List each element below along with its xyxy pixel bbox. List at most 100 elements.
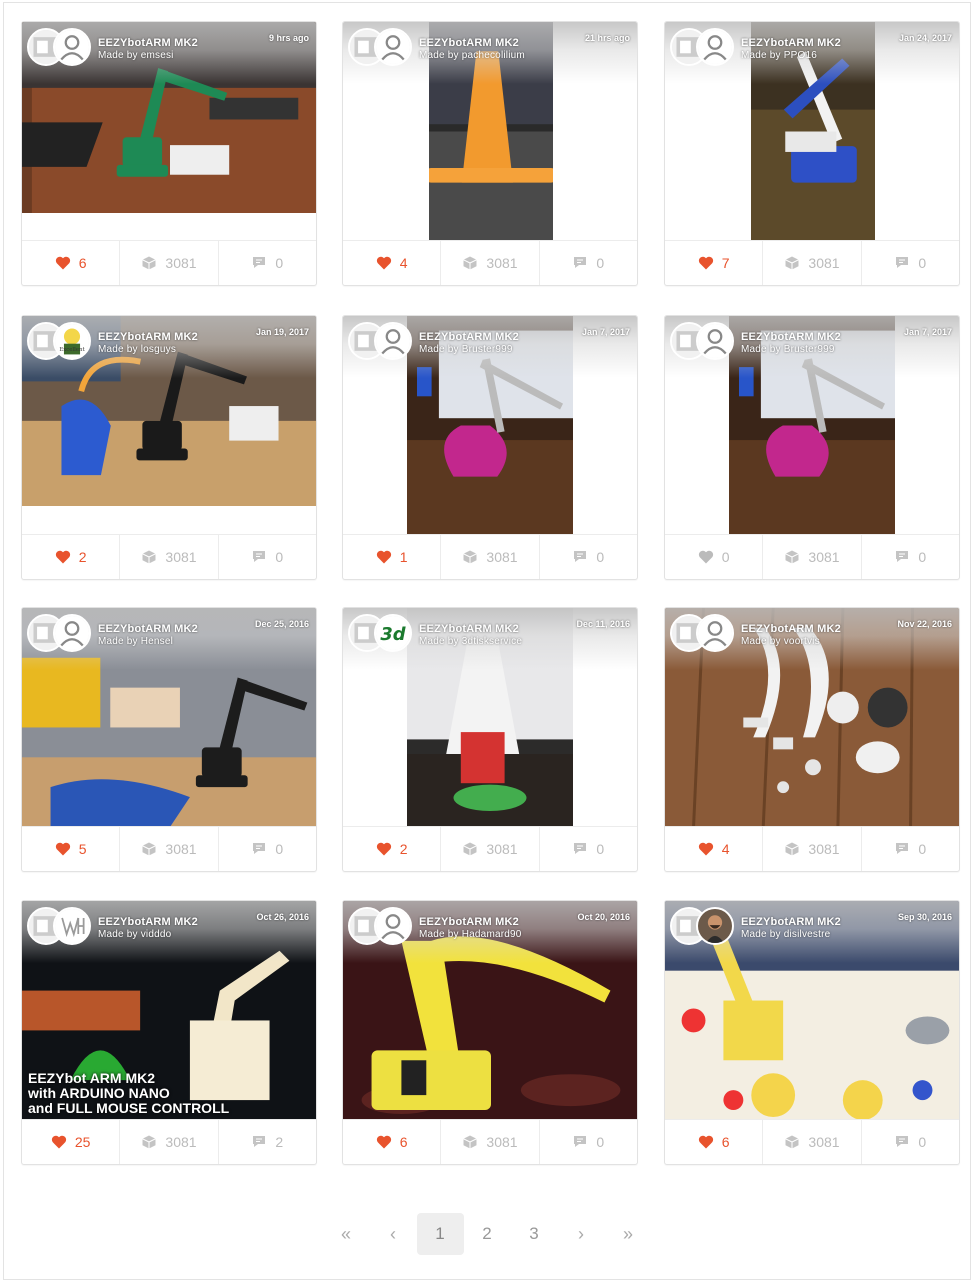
cube-icon [141,841,157,857]
thing-name[interactable]: EEZYbotARM MK2 [419,37,519,49]
make-photo-area[interactable]: EEZYbotARM MK2 Made by vidddo Oct 26, 20… [22,901,316,1120]
make-photo-area[interactable]: EEZYbotARM MK2 Made by disilvestre Sep 3… [665,901,959,1120]
make-card[interactable]: EEZYbotARM MK2 Made by voortvis Nov 22, … [664,607,960,872]
thing-name[interactable]: EEZYbotARM MK2 [419,623,519,635]
make-card[interactable]: 3d EEZYbotARM MK2 Made by 3dtiskservice … [342,607,638,872]
maker-name[interactable]: Made by 3dtiskservice [419,636,522,647]
like-button[interactable]: 5 [22,827,121,871]
like-count: 0 [721,549,730,565]
like-button[interactable]: 6 [22,241,121,285]
thing-name[interactable]: EEZYbotARM MK2 [741,331,841,343]
like-button[interactable]: 0 [665,535,764,579]
maker-name[interactable]: Made by Hadamard90 [419,929,522,940]
maker-name[interactable]: Made by Bruster999 [419,344,513,355]
maker-name[interactable]: Made by vidddo [98,929,171,940]
make-photo-area[interactable]: EEZYbotARM MK2 Made by voortvis Nov 22, … [665,608,959,827]
wh-logo-avatar-icon[interactable] [53,907,91,945]
make-photo-area[interactable]: EEZYbotARM MK2 Made by PPO16 Jan 24, 201… [665,22,959,241]
maker-name[interactable]: Made by voortvis [741,636,820,647]
page-button-3[interactable]: 3 [511,1213,558,1255]
make-card[interactable]: EEZYbotARM MK2 Made by Hensel Dec 25, 20… [21,607,317,872]
photo-avatar-icon[interactable] [696,907,734,945]
views-stat: 3081 [441,1120,540,1164]
make-photo-area[interactable]: EEZYbotARM MK2 Made by Hadamard90 Oct 20… [343,901,637,1120]
3d-logo-avatar-icon[interactable]: 3d [374,614,412,652]
maker-name[interactable]: Made by PPO16 [741,50,817,61]
default-user-avatar-icon[interactable] [53,28,91,66]
thing-name[interactable]: EEZYbotARM MK2 [419,331,519,343]
like-button[interactable]: 4 [665,827,764,871]
make-card[interactable]: EEZYbotARM MK2 Made by vidddo Oct 26, 20… [21,900,317,1165]
like-button[interactable]: 6 [343,1120,442,1164]
pagination: « ‹ 1 2 3 › » [0,1212,974,1256]
comments-button[interactable]: 0 [862,535,959,579]
comments-button[interactable]: 0 [540,241,637,285]
thing-name[interactable]: EEZYbotARM MK2 [98,37,198,49]
comments-button[interactable]: 0 [219,535,316,579]
maker-name[interactable]: Made by disilvestre [741,929,830,940]
view-count: 3081 [486,549,518,565]
maker-name[interactable]: Made by losguys [98,344,176,355]
default-user-avatar-icon[interactable] [696,28,734,66]
make-card[interactable]: Excellent EEZYbotARM MK2 Made by losguys… [21,315,317,580]
make-card[interactable]: EEZYbotARM MK2 Made by emsesi 9 hrs ago … [21,21,317,286]
make-photo-area[interactable]: EEZYbotARM MK2 Made by Bruster999 Jan 7,… [665,316,959,535]
cube-icon [462,1134,478,1150]
like-button[interactable]: 2 [22,535,121,579]
make-card[interactable]: EEZYbotARM MK2 Made by PPO16 Jan 24, 201… [664,21,960,286]
comments-button[interactable]: 0 [540,827,637,871]
make-photo-area[interactable]: EEZYbotARM MK2 Made by Hensel Dec 25, 20… [22,608,316,827]
cartoon-avatar-icon[interactable]: Excellent [53,322,91,360]
comments-button[interactable]: 0 [862,827,959,871]
prev-page-button[interactable]: ‹ [370,1213,417,1255]
thing-name[interactable]: EEZYbotARM MK2 [419,916,519,928]
make-photo-area[interactable]: EEZYbotARM MK2 Made by Bruster999 Jan 7,… [343,316,637,535]
make-card[interactable]: EEZYbotARM MK2 Made by disilvestre Sep 3… [664,900,960,1165]
comments-button[interactable]: 0 [862,1120,959,1164]
comments-button[interactable]: 0 [219,241,316,285]
comments-button[interactable]: 0 [540,1120,637,1164]
thing-name[interactable]: EEZYbotARM MK2 [741,916,841,928]
page-button-2[interactable]: 2 [464,1213,511,1255]
make-card[interactable]: EEZYbotARM MK2 Made by Bruster999 Jan 7,… [342,315,638,580]
first-page-button[interactable]: « [323,1213,370,1255]
like-button[interactable]: 6 [665,1120,764,1164]
maker-name[interactable]: Made by pachecolilium [419,50,525,61]
heart-icon [376,841,392,857]
default-user-avatar-icon[interactable] [374,322,412,360]
make-card[interactable]: EEZYbotARM MK2 Made by pachecolilium 21 … [342,21,638,286]
like-button[interactable]: 2 [343,827,442,871]
make-photo-area[interactable]: Excellent EEZYbotARM MK2 Made by losguys… [22,316,316,506]
comments-button[interactable]: 0 [219,827,316,871]
make-photo-area[interactable]: 3d EEZYbotARM MK2 Made by 3dtiskservice … [343,608,637,827]
comments-button[interactable]: 2 [219,1120,316,1164]
comments-button[interactable]: 0 [862,241,959,285]
comments-button[interactable]: 0 [540,535,637,579]
default-user-avatar-icon[interactable] [374,907,412,945]
page-button-1[interactable]: 1 [416,1213,464,1255]
make-card[interactable]: EEZYbotARM MK2 Made by Bruster999 Jan 7,… [664,315,960,580]
make-photo-area[interactable]: EEZYbotARM MK2 Made by pachecolilium 21 … [343,22,637,241]
like-button[interactable]: 4 [343,241,442,285]
like-button[interactable]: 25 [22,1120,121,1164]
thing-name[interactable]: EEZYbotARM MK2 [741,623,841,635]
thing-name[interactable]: EEZYbotARM MK2 [741,37,841,49]
card-stats: 4 3081 0 [665,826,959,871]
like-button[interactable]: 1 [343,535,442,579]
like-button[interactable]: 7 [665,241,764,285]
maker-name[interactable]: Made by Hensel [98,636,173,647]
default-user-avatar-icon[interactable] [374,28,412,66]
maker-name[interactable]: Made by Bruster999 [741,344,835,355]
make-photo-area[interactable]: EEZYbotARM MK2 Made by emsesi 9 hrs ago [22,22,316,213]
last-page-button[interactable]: » [605,1213,652,1255]
thing-name[interactable]: EEZYbotARM MK2 [98,331,198,343]
default-user-avatar-icon[interactable] [53,614,91,652]
views-stat: 3081 [441,827,540,871]
thing-name[interactable]: EEZYbotARM MK2 [98,916,198,928]
default-user-avatar-icon[interactable] [696,322,734,360]
default-user-avatar-icon[interactable] [696,614,734,652]
next-page-button[interactable]: › [558,1213,605,1255]
thing-name[interactable]: EEZYbotARM MK2 [98,623,198,635]
maker-name[interactable]: Made by emsesi [98,50,174,61]
make-card[interactable]: EEZYbotARM MK2 Made by Hadamard90 Oct 20… [342,900,638,1165]
